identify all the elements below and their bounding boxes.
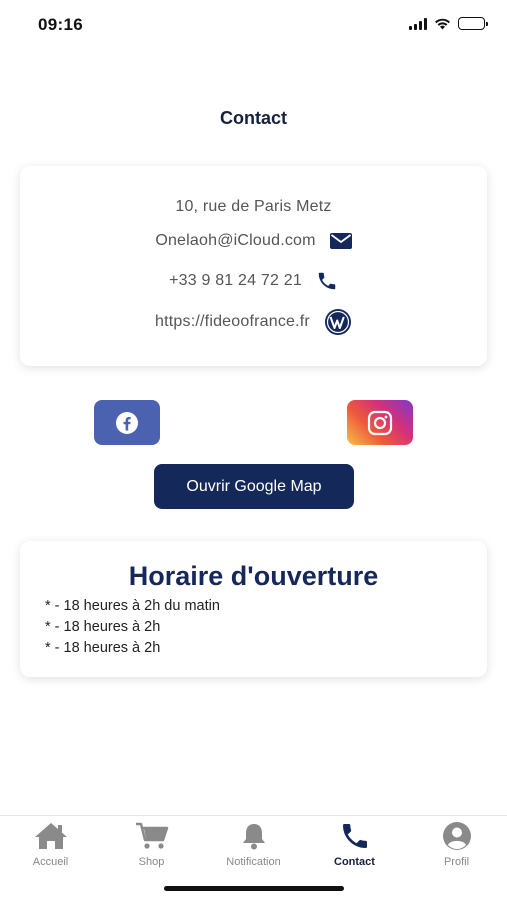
wifi-icon: [434, 18, 451, 30]
hours-item: * - 18 heures à 2h: [45, 640, 161, 656]
cart-icon: [135, 822, 169, 850]
tab-notification[interactable]: Notification: [203, 820, 304, 868]
email-text[interactable]: Onelaoh@iCloud.com: [155, 232, 315, 250]
home-indicator: [164, 886, 344, 891]
status-bar: 09:16: [0, 0, 507, 50]
bell-icon: [239, 821, 269, 851]
facebook-button[interactable]: [94, 400, 160, 445]
phone-icon[interactable]: [316, 270, 338, 292]
website-text[interactable]: https://fideoofrance.fr: [155, 313, 310, 331]
battery-icon: [458, 17, 488, 30]
address-text: 10, rue de Paris Metz: [175, 198, 332, 215]
tab-label: Accueil: [32, 856, 69, 868]
phone-text[interactable]: +33 9 81 24 72 21: [169, 272, 302, 290]
tab-label: Profil: [443, 856, 470, 868]
tab-shop[interactable]: Shop: [101, 820, 202, 868]
tab-label: Notification: [226, 856, 281, 868]
home-icon: [33, 821, 69, 851]
opening-hours-card: Horaire d'ouverture * - 18 heures à 2h d…: [20, 541, 487, 677]
phone-icon: [339, 820, 371, 852]
tab-label: Shop: [138, 856, 165, 868]
page-title: Contact: [220, 108, 287, 128]
contact-card: 10, rue de Paris Metz Onelaoh@iCloud.com…: [20, 166, 487, 366]
email-row[interactable]: Onelaoh@iCloud.com: [20, 232, 487, 250]
hours-item: * - 18 heures à 2h du matin: [45, 598, 220, 614]
cellular-signal-icon: [409, 17, 427, 30]
address-row: 10, rue de Paris Metz: [20, 198, 487, 216]
status-icons: [409, 17, 488, 30]
hours-item: * - 18 heures à 2h: [45, 619, 161, 635]
mail-icon[interactable]: [329, 233, 352, 249]
status-time: 09:16: [38, 15, 83, 34]
instagram-icon: [367, 410, 393, 436]
opening-hours-list: * - 18 heures à 2h du matin * - 18 heure…: [45, 596, 220, 659]
open-google-map-button[interactable]: Ouvrir Google Map: [154, 464, 354, 509]
tab-profil[interactable]: Profil: [406, 820, 507, 868]
phone-row[interactable]: +33 9 81 24 72 21: [20, 270, 487, 292]
tab-contact[interactable]: Contact: [304, 820, 405, 868]
user-icon: [442, 821, 472, 851]
tab-accueil[interactable]: Accueil: [0, 820, 101, 868]
tab-label: Contact: [334, 856, 375, 868]
opening-hours-title: Horaire d'ouverture: [128, 561, 379, 591]
instagram-button[interactable]: [347, 400, 413, 445]
facebook-icon: [115, 411, 139, 435]
wordpress-icon[interactable]: [324, 308, 352, 336]
website-row[interactable]: https://fideoofrance.fr: [20, 308, 487, 336]
